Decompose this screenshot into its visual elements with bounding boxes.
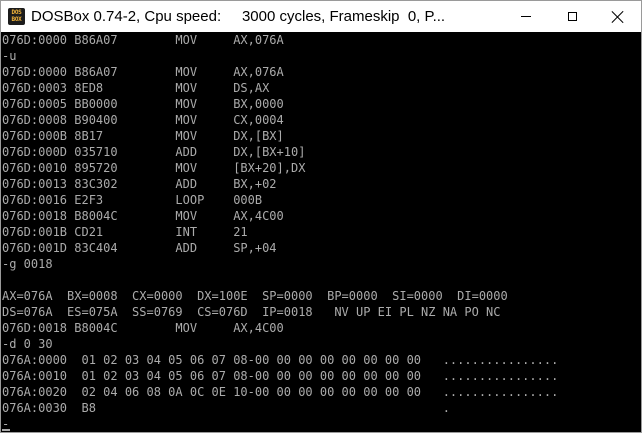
minimize-icon	[521, 16, 531, 17]
text-cursor	[2, 429, 10, 431]
console-line: 076D:0000 B86A07 MOV AX,076A	[2, 33, 284, 47]
dos-console-screen[interactable]: 076D:0000 B86A07 MOV AX,076A -u 076D:000…	[1, 32, 641, 432]
close-button[interactable]	[595, 1, 641, 32]
console-line: 076D:0018 B8004C MOV AX,4C00	[2, 321, 284, 335]
console-line: 076D:001B CD21 INT 21	[2, 225, 248, 239]
console-line: 076D:0008 B90400 MOV CX,0004	[2, 113, 284, 127]
console-line: -u	[2, 49, 17, 63]
console-prompt-line[interactable]: -	[2, 416, 558, 432]
console-line: -d 0 30	[2, 337, 53, 351]
console-line: DS=076A ES=075A SS=0769 CS=076D IP=0018 …	[2, 305, 501, 319]
window-title: DOSBox 0.74-2, Cpu speed: 3000 cycles, F…	[31, 8, 446, 25]
console-line: 076D:0018 B8004C MOV AX,4C00	[2, 209, 284, 223]
console-line: AX=076A BX=0008 CX=0000 DX=100E SP=0000 …	[2, 289, 508, 303]
console-line: 076D:001D 83C404 ADD SP,+04	[2, 241, 277, 255]
console-line: 076D:0010 895720 MOV [BX+20],DX	[2, 161, 306, 175]
console-line: 076D:0000 B86A07 MOV AX,076A	[2, 65, 284, 79]
console-line: 076D:000D 035710 ADD DX,[BX+10]	[2, 145, 306, 159]
minimize-button[interactable]	[503, 1, 549, 32]
close-icon	[612, 11, 624, 23]
console-line: 076A:0000 01 02 03 04 05 06 07 08-00 00 …	[2, 353, 559, 367]
console-line: -g 0018	[2, 257, 53, 271]
console-line: 076D:0003 8ED8 MOV DS,AX	[2, 81, 270, 95]
app-icon-label-bottom: BOX	[11, 16, 22, 23]
maximize-button[interactable]	[549, 1, 595, 32]
console-output: 076D:0000 B86A07 MOV AX,076A -u 076D:000…	[2, 32, 558, 432]
dosbox-app-icon: DOS BOX	[8, 8, 25, 25]
title-bar[interactable]: DOS BOX DOSBox 0.74-2, Cpu speed: 3000 c…	[1, 1, 641, 32]
console-line: 076A:0030 B8 .	[2, 401, 450, 415]
console-line: 076D:000B 8B17 MOV DX,[BX]	[2, 129, 284, 143]
console-line: 076A:0020 02 04 06 08 0A 0C 0E 10-00 00 …	[2, 385, 559, 399]
console-line: 076D:0016 E2F3 LOOP 000B	[2, 193, 263, 207]
console-line: 076D:0005 BB0000 MOV BX,0000	[2, 97, 284, 111]
dosbox-window: DOS BOX DOSBox 0.74-2, Cpu speed: 3000 c…	[0, 0, 642, 433]
console-line: 076D:0013 83C302 ADD BX,+02	[2, 177, 277, 191]
maximize-icon	[567, 12, 577, 21]
console-line: 076A:0010 01 02 03 04 05 06 07 08-00 00 …	[2, 369, 559, 383]
